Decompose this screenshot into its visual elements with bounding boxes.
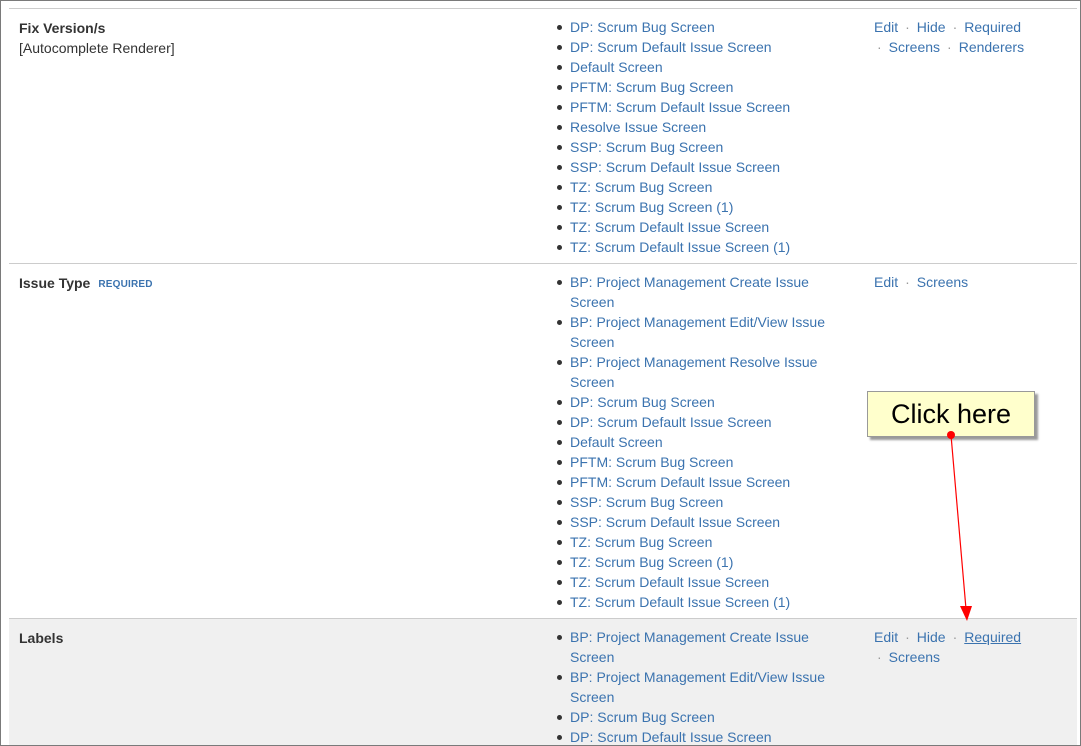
screenshot-frame: Fix Version/s [Autocomplete Renderer] DP… — [0, 0, 1081, 746]
arrow-origin-dot — [947, 431, 955, 439]
arrow-line — [950, 434, 967, 610]
annotation-arrow — [947, 431, 972, 621]
arrow-head-icon — [960, 606, 972, 621]
